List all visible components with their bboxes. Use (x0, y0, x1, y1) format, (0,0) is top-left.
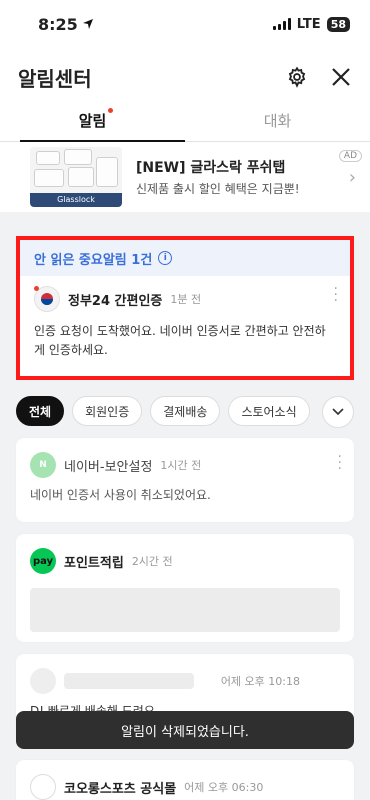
location-arrow-icon (82, 19, 93, 29)
timestamp: 어제 오후 06:30 (184, 781, 264, 794)
filter-chip-all[interactable]: 전체 (16, 396, 65, 426)
tab-notifications[interactable]: 알림 (0, 106, 185, 142)
puma-avatar (30, 668, 56, 694)
list-item[interactable]: 코오롱스포츠 공식몰 어제 오후 06:30 (16, 760, 354, 800)
timestamp: 2시간 전 (131, 555, 173, 568)
blurred-content (30, 588, 340, 632)
network-label: LTE (296, 16, 321, 32)
timestamp: 어제 오후 10:18 (220, 675, 300, 688)
info-icon[interactable]: i (158, 251, 173, 265)
message-text: 네이버 인증서 사용이 취소되었어요. (30, 488, 211, 502)
pay-avatar: pay (30, 548, 56, 574)
status-bar: 8:25 LTE 58 (0, 0, 370, 48)
ad-brand-label: Glasslock (30, 193, 122, 207)
more-options-icon[interactable]: · · · (334, 282, 338, 308)
important-header: 안 읽은 중요알림 1건 (34, 252, 153, 268)
chevron-right-icon: › (348, 166, 356, 188)
important-notification-box[interactable]: 안 읽은 중요알림 1건 i 정부24 간편인증 1분 전 · · · 인증 요청이… (16, 236, 354, 380)
more-options-icon[interactable]: · · · (338, 450, 342, 476)
list-item[interactable]: pay 포인트적립 2시간 전 (16, 534, 354, 642)
page-title: 알림센터 (18, 66, 92, 91)
toast-message: 알림이 삭제되었습니다. (16, 711, 354, 749)
gov24-avatar (34, 286, 60, 312)
filter-chip-payment[interactable]: 결제배송 (150, 396, 221, 426)
tab-chats[interactable]: 대화 (185, 106, 370, 141)
unread-dot (108, 108, 114, 113)
signal-icon (272, 18, 291, 30)
message-text: 인증 요청이 도착했어요. 네이버 인증서로 간편하고 안전하게 인증하세요. (34, 324, 326, 357)
kolon-avatar (30, 774, 56, 800)
blurred-sender (64, 673, 194, 689)
ad-product-image: Glasslock (30, 147, 122, 207)
unread-dot (34, 286, 39, 291)
sender-name: 정부24 간편인증 (68, 293, 163, 309)
timestamp: 1시간 전 (160, 459, 202, 472)
ad-title: [NEW] 글라스락 푸쉬탭 (136, 160, 286, 176)
filter-chip-store-news[interactable]: 스토어소식 (228, 396, 310, 426)
status-time: 8:25 (38, 14, 78, 34)
filter-chips: 전체 회원인증 결제배송 스토어소식 (16, 396, 354, 428)
ad-subtitle: 신제품 출시 할인 혜택은 지금뿐! (136, 182, 300, 196)
tab-bar: 알림 대화 (0, 106, 370, 142)
header: 알림센터 (0, 48, 370, 106)
ad-banner[interactable]: Glasslock [NEW] 글라스락 푸쉬탭 신제품 출시 할인 혜택은 지… (0, 142, 370, 220)
sender-name: 포인트적립 (64, 555, 124, 571)
chevron-down-icon[interactable] (322, 396, 354, 428)
settings-gear-icon[interactable] (284, 64, 310, 90)
ad-badge: AD (338, 150, 362, 162)
close-icon[interactable] (328, 64, 354, 90)
sender-name: 네이버-보안설정 (64, 459, 153, 475)
naver-avatar: N (30, 452, 56, 478)
timestamp: 1분 전 (170, 293, 202, 306)
filter-chip-member-auth[interactable]: 회원인증 (72, 396, 143, 426)
battery-icon: 58 (326, 16, 350, 32)
sender-name: 코오롱스포츠 공식몰 (64, 781, 177, 797)
list-item[interactable]: N 네이버-보안설정 1시간 전 · · · 네이버 인증서 사용이 취소되었어요. (16, 438, 354, 522)
